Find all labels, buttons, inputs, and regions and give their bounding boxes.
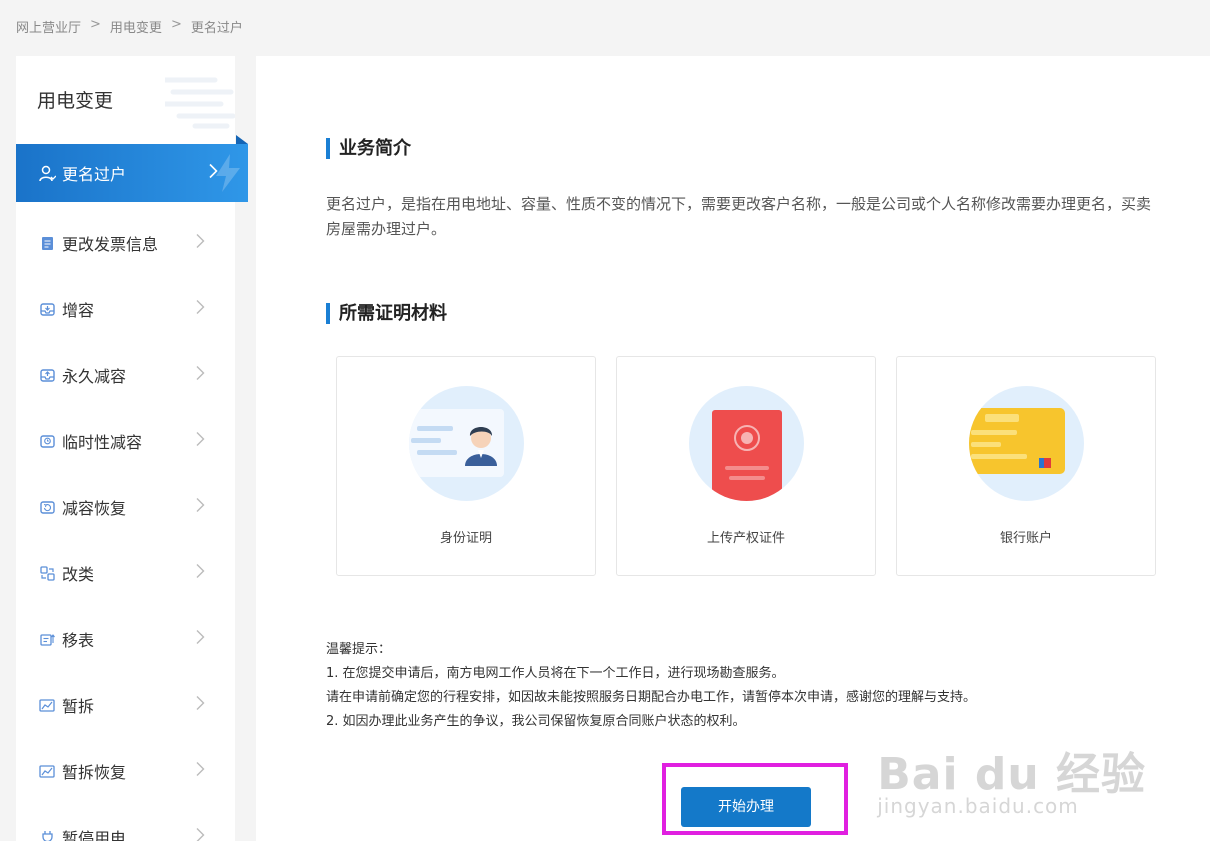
sidebar-item-label: 更改发票信息 (62, 235, 159, 254)
sidebar-item-temp-removal-restore[interactable]: 暂拆恢复 (16, 738, 235, 804)
tips: 温馨提示： 1. 在您提交申请后，南方电网工作人员将在下一个工作日，进行现场勘查… (326, 638, 976, 734)
chevron-right-icon (196, 498, 205, 517)
sidebar-item-temporary-reduction[interactable]: 临时性减容 (16, 408, 235, 474)
bank-card-icon (969, 386, 1084, 501)
breadcrumb-category[interactable]: 用电变更 (110, 17, 162, 36)
chevron-right-icon (209, 163, 218, 183)
swap-icon (38, 564, 56, 582)
chevron-right-icon (196, 828, 205, 841)
main-content: 业务简介 更名过户，是指在用电地址、容量、性质不变的情况下，需要更改客户名称，一… (256, 56, 1210, 841)
breadcrumb-current: 更名过户 (190, 21, 243, 36)
chart-icon (38, 762, 56, 780)
tray-icon (38, 366, 56, 384)
sidebar-menu: 更名过户 更改发票信息 增容 永久减容 临时性减容 减容恢复 改类 移表 暂拆 … (16, 135, 248, 841)
sidebar-item-move-meter[interactable]: 移表 (16, 606, 235, 672)
watermark-logo: Bai du 经验 (877, 749, 1146, 800)
sidebar-item-label: 更名过户 (62, 165, 127, 184)
decorative-lines-icon (165, 77, 235, 129)
tips-heading: 温馨提示： (326, 642, 392, 657)
sidebar-item-label: 增容 (62, 301, 95, 320)
chevron-right-icon (196, 630, 205, 649)
intro-title: 业务简介 (326, 138, 411, 159)
sidebar-item-label: 暂停用电 (62, 829, 127, 841)
sidebar-item-rename-transfer[interactable]: 更名过户 (16, 135, 248, 202)
material-label: 身份证明 (439, 531, 492, 546)
sidebar-item-permanent-reduction[interactable]: 永久减容 (16, 342, 235, 408)
meter-icon (38, 630, 56, 648)
sidebar-item-label: 暂拆 (62, 697, 95, 716)
materials-title: 所需证明材料 (326, 303, 447, 324)
breadcrumb: 网上营业厅 > 用电变更 > 更名过户 (16, 17, 243, 36)
restore-icon (38, 498, 56, 516)
material-label: 上传产权证件 (706, 531, 785, 546)
chevron-right-icon (196, 234, 205, 253)
highlight-box (662, 763, 848, 835)
property-certificate-icon (689, 386, 804, 501)
tray-clock-icon (38, 432, 56, 450)
materials-cards: 身份证明 上传产权证件 银行账户 (336, 356, 1156, 576)
breadcrumb-separator: > (90, 17, 101, 32)
sidebar-item-label: 移表 (62, 631, 95, 650)
chevron-right-icon (196, 696, 205, 715)
id-card-icon (409, 386, 524, 501)
material-card-property[interactable]: 上传产权证件 (616, 356, 876, 576)
chevron-right-icon (196, 432, 205, 451)
material-label: 银行账户 (999, 531, 1052, 546)
chevron-right-icon (196, 300, 205, 319)
chevron-right-icon (196, 564, 205, 583)
tips-line: 请在申请前确定您的行程安排，如因故未能按照服务日期配合办电工作，请暂停本次申请，… (326, 690, 977, 705)
chevron-right-icon (196, 762, 205, 781)
sidebar-item-label: 永久减容 (62, 367, 127, 386)
breadcrumb-home[interactable]: 网上营业厅 (16, 17, 81, 36)
plug-icon (38, 828, 56, 841)
breadcrumb-separator: > (170, 17, 182, 32)
intro-text: 更名过户，是指在用电地址、容量、性质不变的情况下，需要更改客户名称，一般是公司或… (326, 195, 1152, 238)
sidebar-item-label: 临时性减容 (62, 433, 143, 452)
watermark: Bai du 经验 jingyan.baidu.com (877, 738, 1146, 818)
material-card-id[interactable]: 身份证明 (336, 356, 596, 576)
chart-icon (38, 696, 56, 714)
sidebar-item-reduction-restore[interactable]: 减容恢复 (16, 474, 235, 540)
sidebar-item-suspend-power[interactable]: 暂停用电 (16, 804, 235, 841)
user-icon (38, 164, 56, 182)
sidebar-item-capacity-increase[interactable]: 增容 (16, 276, 235, 342)
sidebar: 用电变更 更名过户 更改发票信息 增容 永久减容 临时性减容 减容恢复 改类 移… (16, 56, 248, 841)
tips-line: 1. 在您提交申请后，南方电网工作人员将在下一个工作日，进行现场勘查服务。 (326, 666, 785, 681)
sidebar-item-label: 改类 (62, 565, 95, 584)
tips-line: 2. 如因办理此业务产生的争议，我公司保留恢复原合同账户状态的权利。 (326, 714, 746, 729)
chevron-right-icon (196, 366, 205, 385)
sidebar-item-label: 减容恢复 (62, 499, 127, 518)
tray-icon (38, 300, 56, 318)
invoice-icon (38, 234, 56, 252)
sidebar-item-change-category[interactable]: 改类 (16, 540, 235, 606)
sidebar-item-invoice-info[interactable]: 更改发票信息 (16, 210, 235, 276)
sidebar-item-label: 暂拆恢复 (62, 763, 127, 782)
sidebar-item-temp-removal[interactable]: 暂拆 (16, 672, 235, 738)
material-card-bank[interactable]: 银行账户 (896, 356, 1156, 576)
sidebar-title: 用电变更 (37, 90, 114, 112)
